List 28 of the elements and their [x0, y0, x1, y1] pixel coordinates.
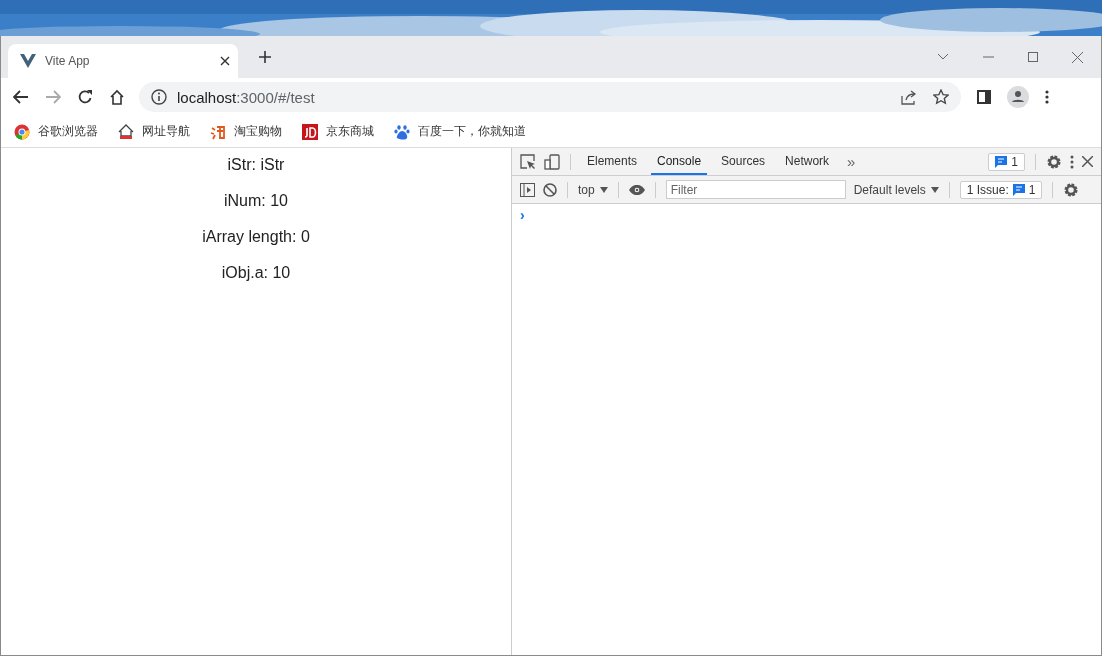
levels-dropdown[interactable]: Default levels: [853, 182, 939, 197]
bookmark[interactable]: 淘宝购物: [210, 123, 282, 140]
bookmark[interactable]: 百度一下，你就知道: [394, 123, 526, 140]
output-text: iStr: iStr: [227, 155, 285, 175]
bookmark[interactable]: 网址导航: [118, 123, 190, 140]
issues-button[interactable]: 1 Issue: 1: [959, 180, 1043, 199]
devtools-tab[interactable]: Elements: [581, 148, 644, 175]
bookmark-label: 京东商城: [326, 123, 374, 140]
more-tabs-button[interactable]: »: [847, 153, 856, 170]
url-text: localhost:3000/#/test: [177, 88, 315, 106]
address-bar[interactable]: localhost:3000/#/test: [139, 82, 961, 112]
bookmark-label: 谷歌浏览器: [38, 123, 98, 140]
bookmark-label: 百度一下，你就知道: [418, 123, 526, 140]
bookmark[interactable]: 谷歌浏览器: [14, 123, 98, 140]
output-text: iArray length: 0: [202, 227, 310, 247]
output-text: iObj.a: 10: [221, 263, 291, 283]
messages-badge[interactable]: 1: [988, 152, 1025, 171]
devtools-tab[interactable]: Sources: [715, 148, 772, 175]
output-text: iNum: 10: [224, 191, 288, 211]
bookmark[interactable]: 京东商城: [302, 123, 374, 140]
context-dropdown[interactable]: top: [578, 182, 608, 197]
console-prompt[interactable]: ›: [520, 207, 525, 223]
bookmark-label: 网址导航: [142, 123, 190, 140]
browser-tab[interactable]: Vite App: [8, 44, 238, 78]
bookmark-label: 淘宝购物: [234, 123, 282, 140]
devtools-tab[interactable]: Network: [779, 148, 836, 175]
tab-title: Vite App: [45, 54, 91, 68]
filter-field[interactable]: Filter: [665, 180, 846, 199]
